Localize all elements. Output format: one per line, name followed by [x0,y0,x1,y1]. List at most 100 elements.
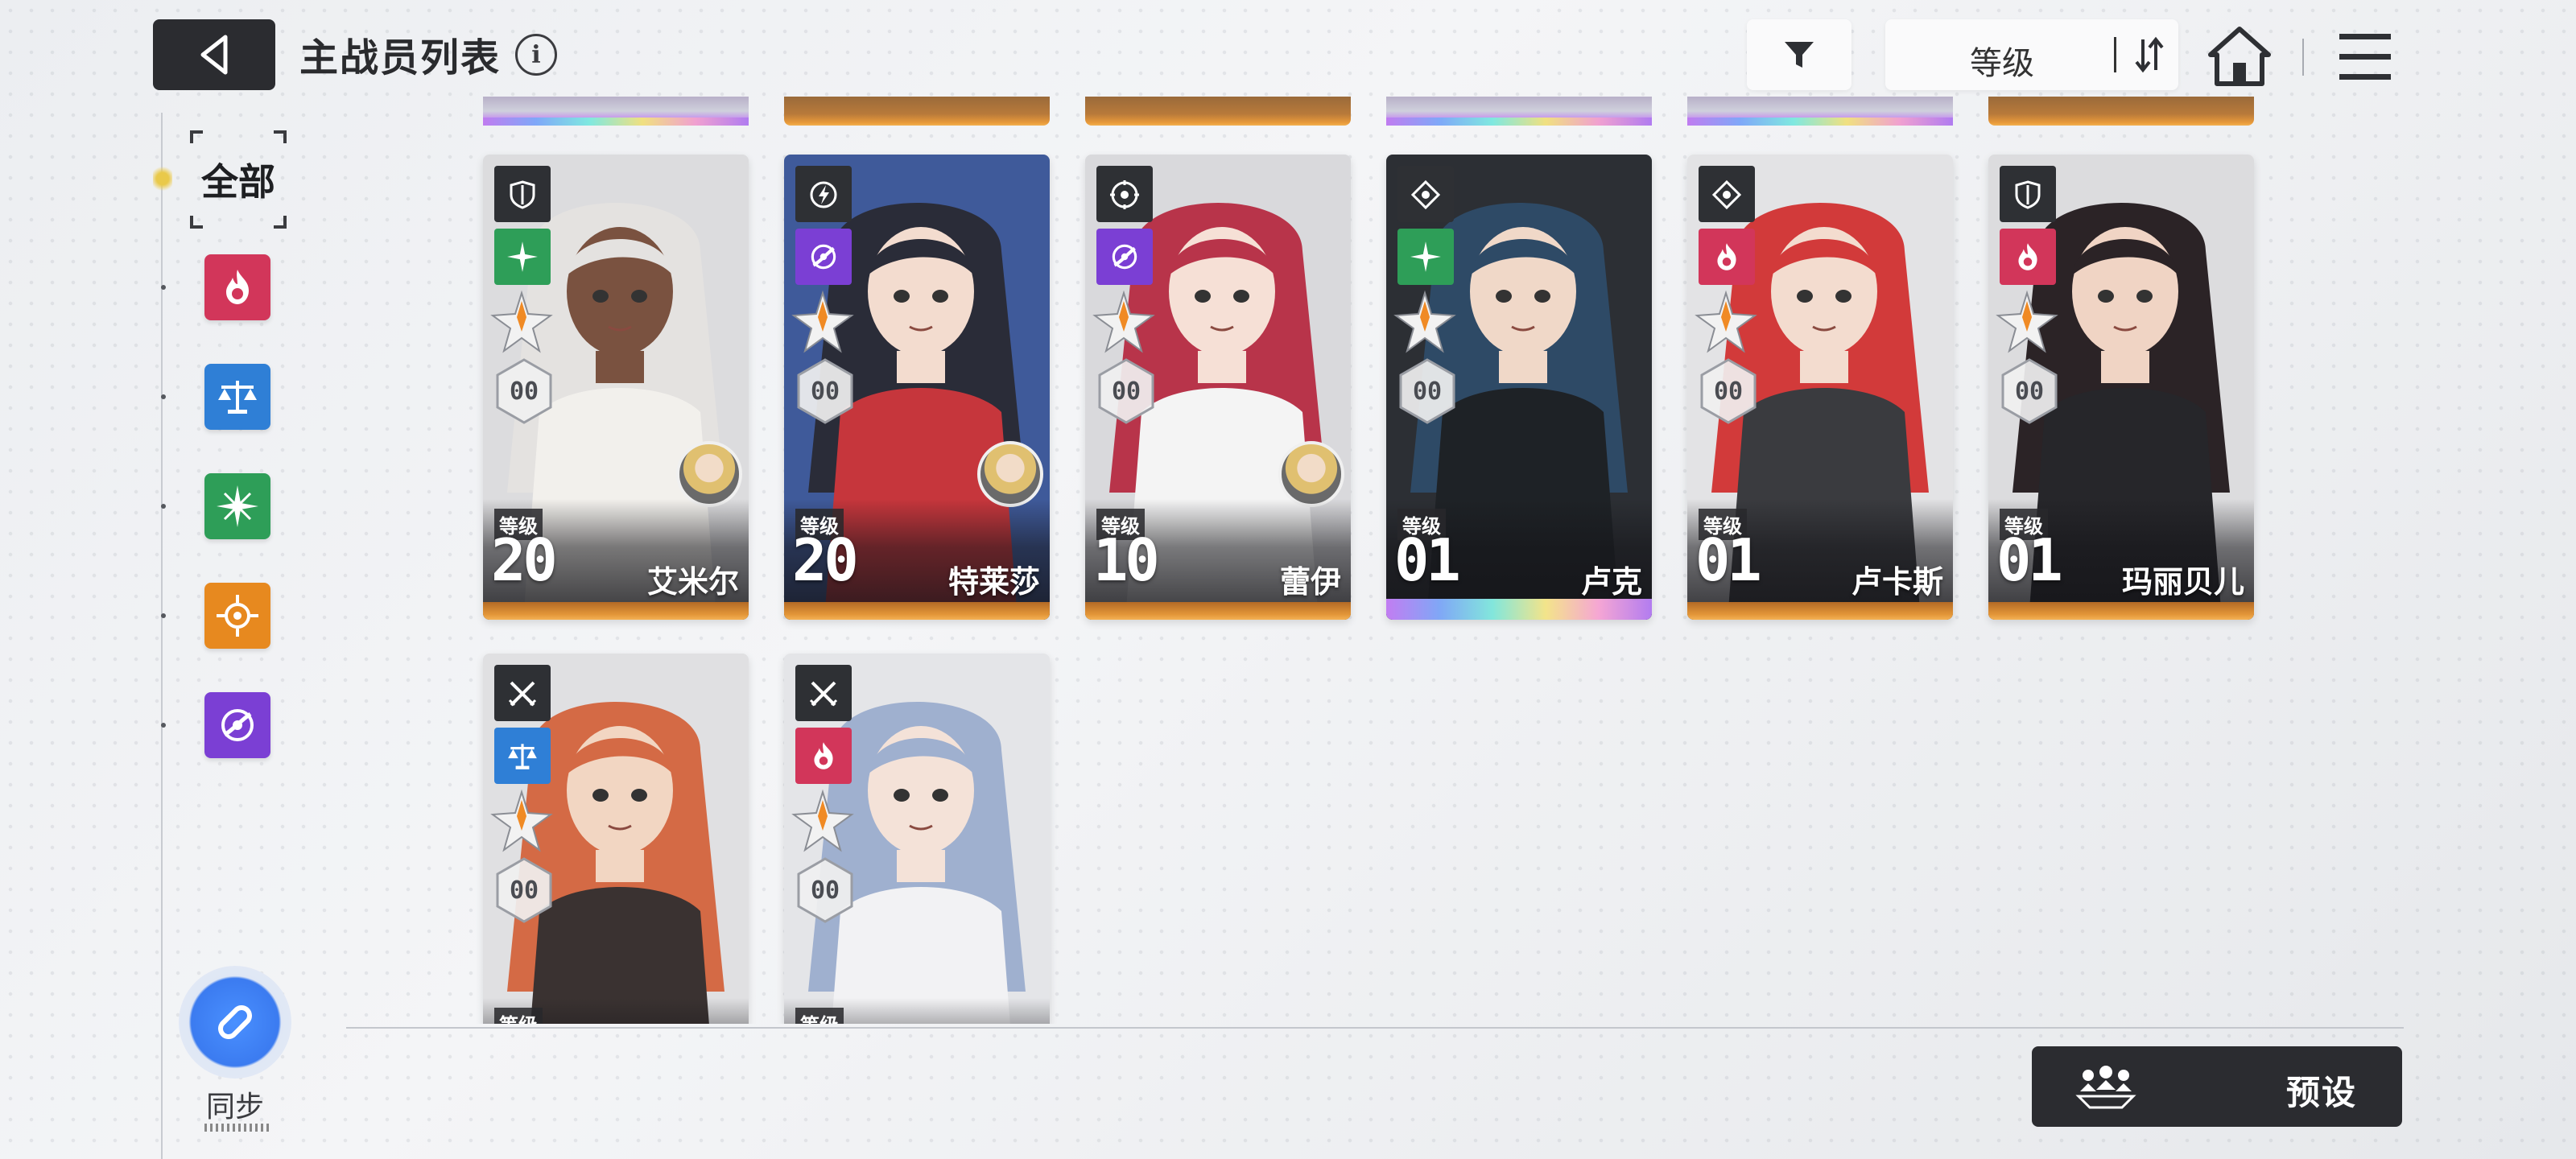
operator-name: 玛丽贝儿 [2121,564,2244,600]
rarity-star-icon [1695,290,1757,353]
constellation-value: 00 [811,377,840,406]
rarity-strip [483,602,749,620]
menu-button[interactable] [2331,29,2399,85]
rarity-strip [1687,602,1953,620]
filter-wind-button[interactable] [204,473,270,539]
role-icon-box [795,166,852,222]
info-icon[interactable]: i [515,34,557,76]
home-button[interactable] [2206,24,2273,89]
level-value: 01 [1996,526,2063,594]
target-role-icon [1110,180,1139,209]
element-icon-box [494,728,551,784]
level-tag: 等级 [795,1008,844,1024]
operator-card[interactable]: 00 等级 20 特莱莎 [784,155,1050,620]
operator-card[interactable]: 00 等级 01 卢卡斯 [1687,155,1953,620]
operator-name: 卢克 [1580,564,1642,600]
filter-button[interactable] [1747,19,1852,90]
sync-label: 同步 [205,1091,264,1124]
constellation-value: 00 [1413,377,1442,406]
filter-all-tab[interactable]: 全部 [190,130,287,229]
sync-icon [218,1005,252,1039]
operator-name: 特莱莎 [947,564,1040,600]
light-element-icon [217,595,258,637]
home-icon [2208,27,2271,86]
void-element-icon [1112,244,1137,270]
constellation-value: 00 [1112,377,1141,406]
operator-card[interactable]: 00 等级 20 艾米尔 [483,155,749,620]
constellation-hex-badge: 00 [2001,358,2058,424]
preset-button[interactable]: 预设 [2032,1046,2402,1127]
back-icon [200,35,228,75]
void-element-icon [221,709,254,741]
filter-light-button[interactable] [204,583,270,649]
constellation-value: 00 [811,876,840,905]
sidebar-dot [161,613,166,618]
shield-role-icon [2015,180,2041,209]
level-value: 20 [792,526,859,594]
level-value: 10 [1093,526,1160,594]
operator-card[interactable]: 00 等级 [483,654,749,1024]
support-avatar [1278,441,1344,507]
rarity-strip [1386,599,1652,620]
fire-element-icon [2018,243,2037,270]
constellation-value: 00 [1714,377,1743,406]
wind-element-icon [1410,241,1441,272]
element-icon-box [795,229,852,285]
element-icon-box [795,728,852,784]
role-icon-box [494,665,551,721]
level-value: 20 [491,526,558,594]
filter-fire-button[interactable] [204,254,270,320]
rarity-star-icon [490,290,553,353]
swords-role-icon [508,681,537,707]
sort-label: 等级 [1970,45,2034,82]
shield-role-icon [510,180,535,209]
rarity-strip [1085,602,1351,620]
constellation-hex-badge: 00 [1700,358,1757,424]
filter-void-button[interactable] [204,692,270,758]
operator-card[interactable]: 00 等级 01 卢克 [1386,155,1652,620]
rarity-strip [784,602,1050,620]
void-element-icon [811,244,836,270]
constellation-hex-badge: 00 [496,857,552,923]
rarity-star-icon [791,789,854,852]
operator-grid: 00 等级 20 艾米尔 00 等级 20 特莱莎 00 等级 10 蕾伊 00 等级 01 卢克 00 等级 01… [475,80,2407,1024]
sidebar-dot [161,723,166,728]
operator-card[interactable]: 00 等级 [784,654,1050,1024]
sync-button[interactable] [179,966,291,1079]
element-icon-box [1699,229,1755,285]
element-icon-box [1397,229,1454,285]
scope-role-icon [1711,179,1742,210]
page-title: 主战员列表 [299,35,502,80]
constellation-hex-badge: 00 [1399,358,1455,424]
swords-role-icon [809,681,838,707]
sidebar-dot [161,394,166,399]
rarity-star-icon [1092,290,1155,353]
back-button[interactable] [153,19,275,90]
element-icon-box [1096,229,1153,285]
sort-selector[interactable]: 等级 [1885,19,2178,90]
role-icon-box [494,166,551,222]
constellation-hex-badge: 00 [1098,358,1154,424]
role-icon-box [1096,166,1153,222]
filter-balance-button[interactable] [204,364,270,430]
operator-name: 艾米尔 [646,564,739,600]
wind-element-icon [507,241,538,272]
sidebar-active-marker [153,164,172,193]
operator-card[interactable]: 00 等级 01 玛丽贝儿 [1988,155,2254,620]
fire-element-icon [814,742,833,769]
rarity-star-icon [791,290,854,353]
role-icon-box [1397,166,1454,222]
constellation-value: 00 [2015,377,2044,406]
sidebar-dot [161,504,166,509]
constellation-value: 00 [510,876,539,905]
element-icon-box [494,229,551,285]
rarity-strip [1988,602,2254,620]
element-icon-box [2000,229,2056,285]
balance-element-icon [218,381,257,414]
sort-toggle-button[interactable] [2127,31,2172,79]
operator-card[interactable]: 00 等级 10 蕾伊 [1085,155,1351,620]
fire-element-icon [226,270,249,304]
role-icon-box [1699,166,1755,222]
level-tag: 等级 [494,1008,543,1024]
level-value: 01 [1695,526,1762,594]
